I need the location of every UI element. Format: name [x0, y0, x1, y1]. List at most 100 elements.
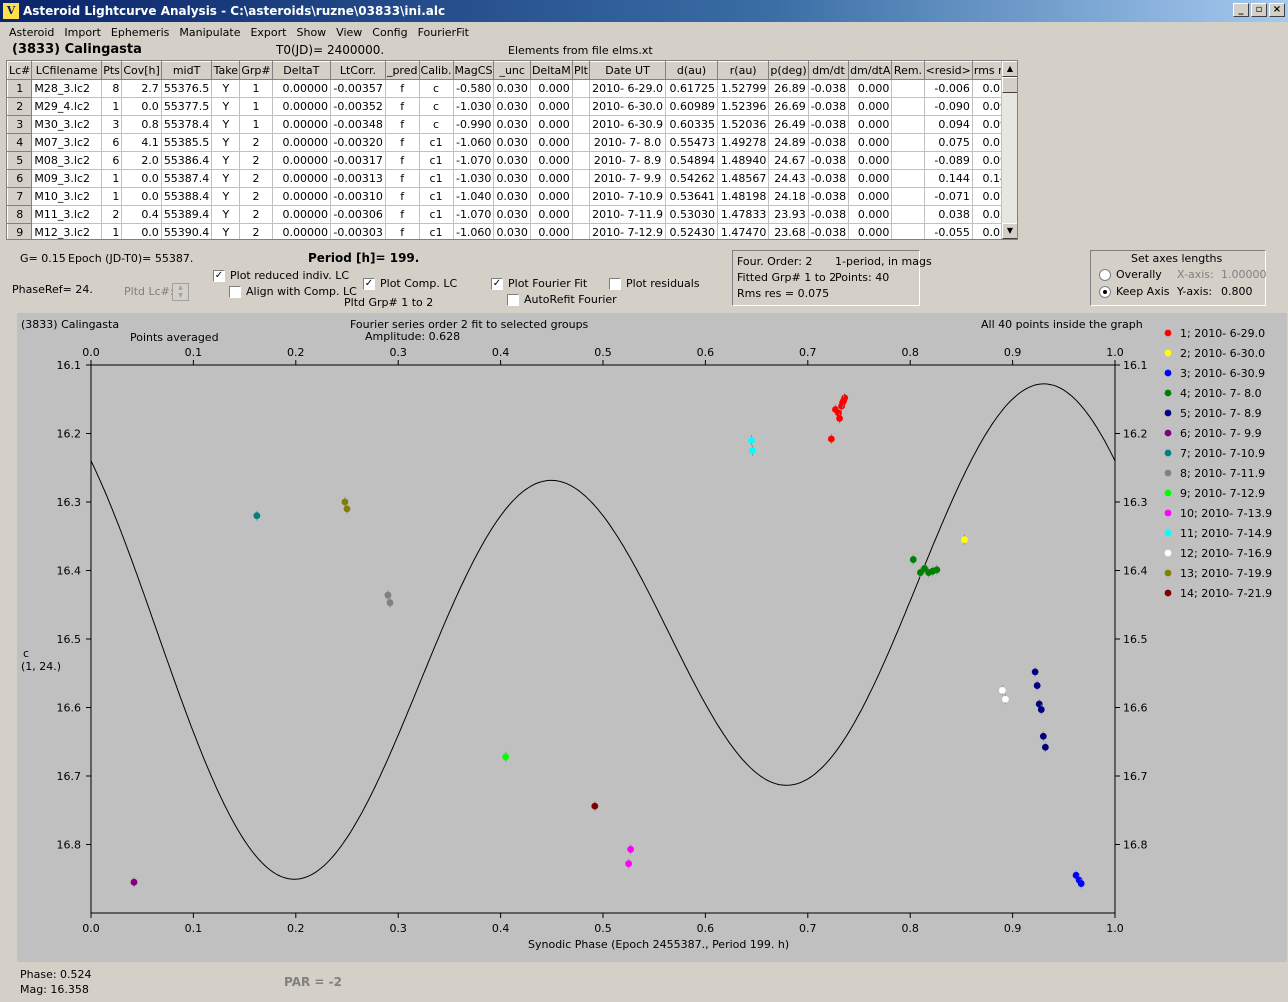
table-cell[interactable]: -0.038: [807, 79, 850, 98]
table-cell[interactable]: c1: [418, 169, 454, 188]
table-cell[interactable]: 0.030: [493, 223, 531, 239]
table-cell[interactable]: -1.070: [452, 205, 495, 224]
minimize-icon[interactable]: _: [1233, 3, 1249, 17]
table-cell[interactable]: 0.52430: [665, 223, 718, 239]
y-axis-value[interactable]: 0.800: [1221, 285, 1253, 298]
table-cell[interactable]: 2010- 7- 8.9: [589, 151, 666, 170]
column-header[interactable]: Lc#: [7, 61, 33, 80]
table-cell[interactable]: 0.030: [493, 79, 531, 98]
table-cell[interactable]: 0.030: [493, 97, 531, 116]
table-cell[interactable]: 2: [239, 187, 273, 206]
table-cell[interactable]: -1.040: [452, 187, 495, 206]
table-cell[interactable]: 1.48940: [716, 151, 770, 170]
table-cell[interactable]: 1.52396: [716, 97, 770, 116]
table-cell[interactable]: 55376.5: [160, 79, 213, 98]
table-cell[interactable]: f: [384, 133, 420, 152]
close-icon[interactable]: ×: [1269, 3, 1285, 17]
table-cell[interactable]: 2: [239, 205, 273, 224]
table-cell[interactable]: [571, 169, 591, 188]
table-cell[interactable]: [571, 151, 591, 170]
table-cell[interactable]: 2010- 7-11.9: [589, 205, 666, 224]
table-cell[interactable]: -0.00352: [330, 97, 386, 116]
row-header[interactable]: 7: [7, 187, 33, 206]
menu-export[interactable]: Export: [245, 26, 291, 39]
row-header[interactable]: 6: [7, 169, 33, 188]
row-header[interactable]: 1: [7, 79, 33, 98]
column-header[interactable]: Calib.: [418, 61, 454, 80]
table-cell[interactable]: M30_3.lc2: [31, 115, 102, 134]
table-cell[interactable]: [571, 187, 591, 206]
table-cell[interactable]: Y: [211, 97, 241, 116]
table-cell[interactable]: [891, 169, 925, 188]
table-cell[interactable]: 0.0: [121, 187, 162, 206]
table-row[interactable]: 6 M09_3.lc2 1 0.0 55387.4 Y 2 0.00000 -0.00313 f c…: [7, 169, 1017, 188]
table-cell[interactable]: 0.0: [121, 169, 162, 188]
table-cell[interactable]: 1: [239, 79, 273, 98]
table-cell[interactable]: 1: [100, 97, 123, 116]
lightcurve-chart[interactable]: 0.0 0.0 0.1 0.1 0.2 0.2 0.3 0.3 0.4 0.4 0.5 0.5 0.6 0…: [17, 313, 1287, 962]
table-cell[interactable]: 0.54894: [665, 151, 718, 170]
scroll-up-icon[interactable]: ▲: [1002, 61, 1017, 77]
menu-show[interactable]: Show: [291, 26, 331, 39]
table-cell[interactable]: 0.038: [923, 205, 973, 224]
table-cell[interactable]: -0.00313: [330, 169, 386, 188]
plot-fourier-checkbox[interactable]: ✓ Plot Fourier Fit: [491, 277, 587, 290]
table-cell[interactable]: 2010- 6-30.9: [589, 115, 666, 134]
table-cell[interactable]: 2010- 6-30.0: [589, 97, 666, 116]
table-cell[interactable]: 0.000: [529, 115, 573, 134]
column-header[interactable]: r(au): [716, 61, 770, 80]
table-cell[interactable]: 0.000: [848, 115, 893, 134]
table-cell[interactable]: M09_3.lc2: [31, 169, 102, 188]
table-cell[interactable]: 0.00000: [271, 151, 332, 170]
table-cell[interactable]: 1: [239, 97, 273, 116]
table-cell[interactable]: 0.000: [529, 151, 573, 170]
table-cell[interactable]: 0.030: [493, 187, 531, 206]
table-cell[interactable]: -1.030: [452, 169, 495, 188]
menu-config[interactable]: Config: [367, 26, 412, 39]
table-cell[interactable]: 0.000: [529, 169, 573, 188]
table-cell[interactable]: 0.030: [493, 133, 531, 152]
table-cell[interactable]: -0.071: [923, 187, 973, 206]
table-cell[interactable]: -0.038: [807, 115, 850, 134]
table-cell[interactable]: -0.00310: [330, 187, 386, 206]
table-cell[interactable]: c1: [418, 205, 454, 224]
table-row[interactable]: 8 M11_3.lc2 2 0.4 55389.4 Y 2 0.00000 -0.00306 f c…: [7, 205, 1017, 224]
table-cell[interactable]: c1: [418, 223, 454, 239]
table-cell[interactable]: [571, 115, 591, 134]
table-cell[interactable]: 0.030: [493, 115, 531, 134]
table-cell[interactable]: [891, 205, 925, 224]
table-cell[interactable]: 0.00000: [271, 97, 332, 116]
table-cell[interactable]: 0.000: [529, 97, 573, 116]
table-cell[interactable]: [571, 223, 591, 239]
table-cell[interactable]: f: [384, 205, 420, 224]
table-cell[interactable]: 2010- 7-12.9: [589, 223, 666, 239]
menu-asteroid[interactable]: Asteroid: [4, 26, 59, 39]
table-cell[interactable]: 0.00000: [271, 79, 332, 98]
table-cell[interactable]: 0.00000: [271, 223, 332, 239]
table-cell[interactable]: c: [418, 97, 454, 116]
table-cell[interactable]: 0.61725: [665, 79, 718, 98]
table-cell[interactable]: 24.89: [768, 133, 809, 152]
keep-axis-radio[interactable]: Keep Axis: [1099, 285, 1170, 298]
table-cell[interactable]: 55378.4: [160, 115, 213, 134]
table-cell[interactable]: 23.93: [768, 205, 809, 224]
table-cell[interactable]: c: [418, 79, 454, 98]
table-cell[interactable]: 24.67: [768, 151, 809, 170]
table-cell[interactable]: 0.000: [848, 97, 893, 116]
table-cell[interactable]: c1: [418, 151, 454, 170]
spin-down-icon[interactable]: ▼: [173, 292, 188, 300]
x-axis-value[interactable]: 1.00000: [1221, 268, 1267, 281]
column-header[interactable]: Rem.: [891, 61, 925, 80]
column-header[interactable]: Take: [211, 61, 241, 80]
table-cell[interactable]: 0.60989: [665, 97, 718, 116]
table-cell[interactable]: M28_3.lc2: [31, 79, 102, 98]
table-cell[interactable]: 0.000: [848, 151, 893, 170]
table-cell[interactable]: 1: [100, 223, 123, 239]
row-header[interactable]: 5: [7, 151, 33, 170]
table-cell[interactable]: 3: [100, 115, 123, 134]
table-cell[interactable]: -0.038: [807, 205, 850, 224]
table-cell[interactable]: [891, 133, 925, 152]
table-cell[interactable]: 0.030: [493, 205, 531, 224]
table-cell[interactable]: f: [384, 79, 420, 98]
table-cell[interactable]: -0.00320: [330, 133, 386, 152]
